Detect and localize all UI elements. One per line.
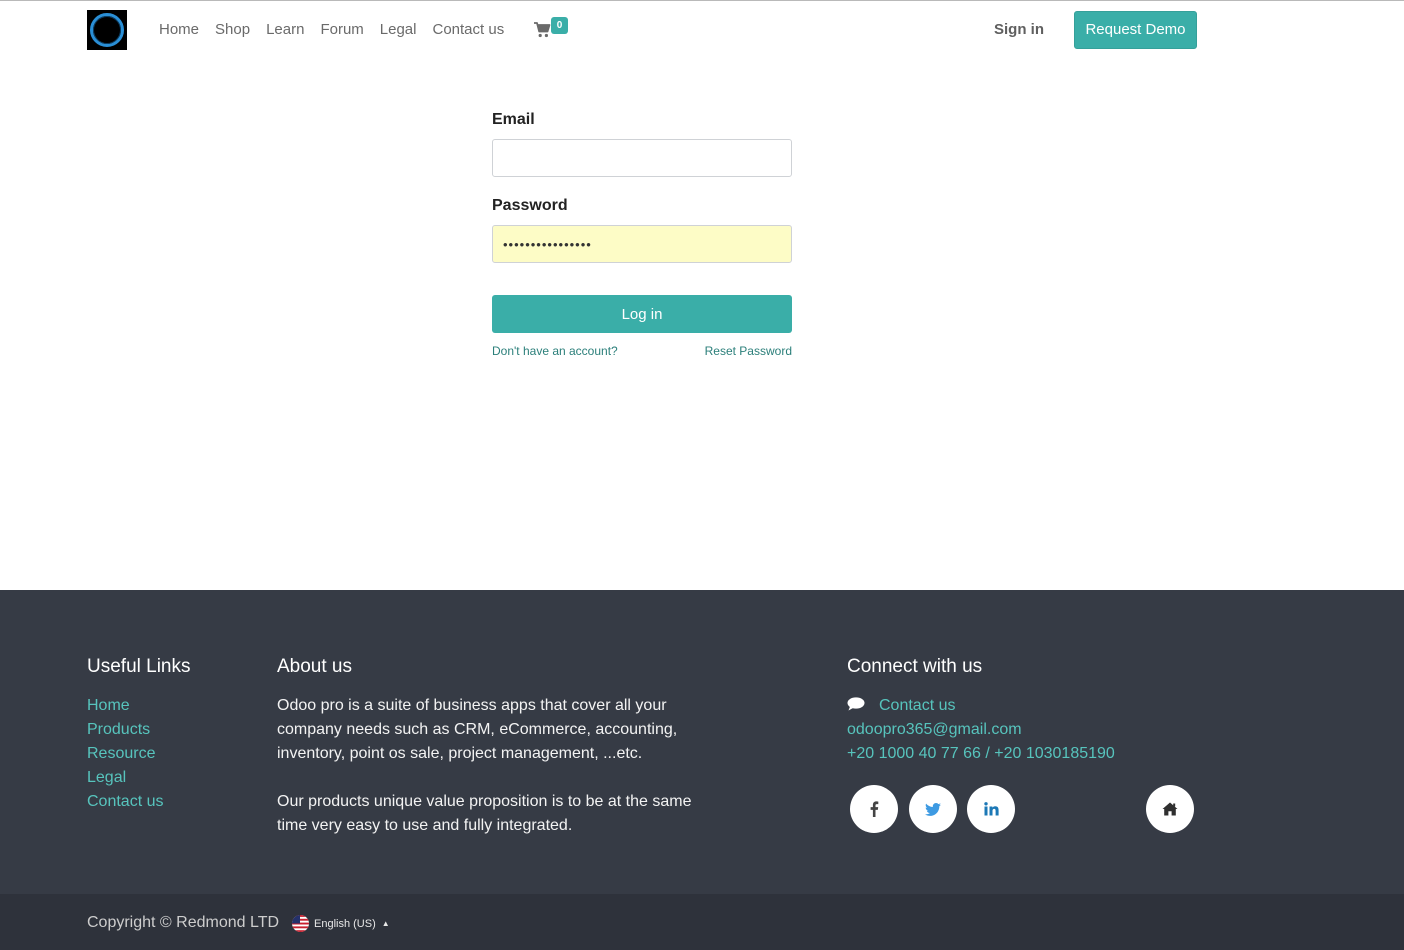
list-item: Contact us bbox=[87, 790, 163, 814]
nav-shop[interactable]: Shop bbox=[207, 20, 258, 40]
nav-forum[interactable]: Forum bbox=[312, 20, 371, 40]
email-link[interactable]: odoopro365@gmail.com bbox=[847, 721, 1022, 738]
site-header: Home Shop Learn Forum Legal Contact us 0… bbox=[0, 0, 1404, 60]
about-us-text: Odoo pro is a suite of business apps tha… bbox=[277, 694, 707, 838]
connect-title: Connect with us bbox=[847, 656, 983, 677]
about-us-title: About us bbox=[277, 656, 352, 677]
footer-link-products[interactable]: Products bbox=[87, 721, 150, 738]
reset-password-link[interactable]: Reset Password bbox=[705, 343, 792, 359]
nav-contact-us[interactable]: Contact us bbox=[424, 20, 512, 40]
sign-in-link[interactable]: Sign in bbox=[994, 20, 1044, 40]
site-footer: Useful Links Home Products Resource Lega… bbox=[0, 590, 1404, 894]
about-paragraph-1: Odoo pro is a suite of business apps tha… bbox=[277, 697, 678, 762]
signup-link[interactable]: Don't have an account? bbox=[492, 343, 618, 359]
phone-numbers: +20 1000 40 77 66 / +20 1030185190 bbox=[847, 745, 1115, 762]
shopping-cart-icon[interactable] bbox=[533, 21, 551, 39]
footer-link-contact-us[interactable]: Contact us bbox=[87, 793, 163, 810]
connect-contact-us-link[interactable]: Contact us bbox=[879, 697, 955, 714]
linkedin-icon[interactable] bbox=[967, 785, 1015, 833]
password-field[interactable] bbox=[492, 225, 792, 263]
useful-links-title: Useful Links bbox=[87, 656, 191, 677]
connect-info: Contact us odoopro365@gmail.com +20 1000… bbox=[847, 694, 1115, 766]
password-label: Password bbox=[492, 197, 568, 214]
list-item: Resource bbox=[87, 742, 163, 766]
language-label: English (US) bbox=[314, 917, 376, 930]
footer-link-legal[interactable]: Legal bbox=[87, 769, 126, 786]
request-demo-button[interactable]: Request Demo bbox=[1074, 11, 1197, 49]
list-item: Products bbox=[87, 718, 163, 742]
main-nav: Home Shop Learn Forum Legal Contact us bbox=[151, 20, 512, 40]
list-item: Legal bbox=[87, 766, 163, 790]
bottom-bar: Copyright © Redmond LTD English (US) ▲ bbox=[0, 894, 1404, 950]
about-paragraph-2: Our products unique value proposition is… bbox=[277, 793, 692, 834]
email-field[interactable] bbox=[492, 139, 792, 177]
email-label: Email bbox=[492, 111, 535, 128]
caret-up-icon: ▲ bbox=[381, 918, 390, 928]
nav-legal[interactable]: Legal bbox=[372, 20, 425, 40]
log-in-button[interactable]: Log in bbox=[492, 295, 792, 333]
language-selector[interactable]: English (US) ▲ bbox=[292, 915, 390, 932]
nav-home[interactable]: Home bbox=[151, 20, 207, 40]
comment-icon bbox=[847, 695, 865, 711]
nav-learn[interactable]: Learn bbox=[258, 20, 312, 40]
us-flag-icon bbox=[292, 915, 309, 932]
home-icon[interactable] bbox=[1146, 785, 1194, 833]
footer-link-resource[interactable]: Resource bbox=[87, 745, 155, 762]
copyright-text: Copyright © Redmond LTD bbox=[87, 914, 280, 931]
logo[interactable] bbox=[87, 10, 127, 50]
cart-count-badge: 0 bbox=[551, 17, 568, 34]
list-item: Home bbox=[87, 694, 163, 718]
footer-link-home[interactable]: Home bbox=[87, 697, 130, 714]
facebook-icon[interactable] bbox=[850, 785, 898, 833]
useful-links-list: Home Products Resource Legal Contact us bbox=[87, 694, 163, 814]
twitter-icon[interactable] bbox=[909, 785, 957, 833]
